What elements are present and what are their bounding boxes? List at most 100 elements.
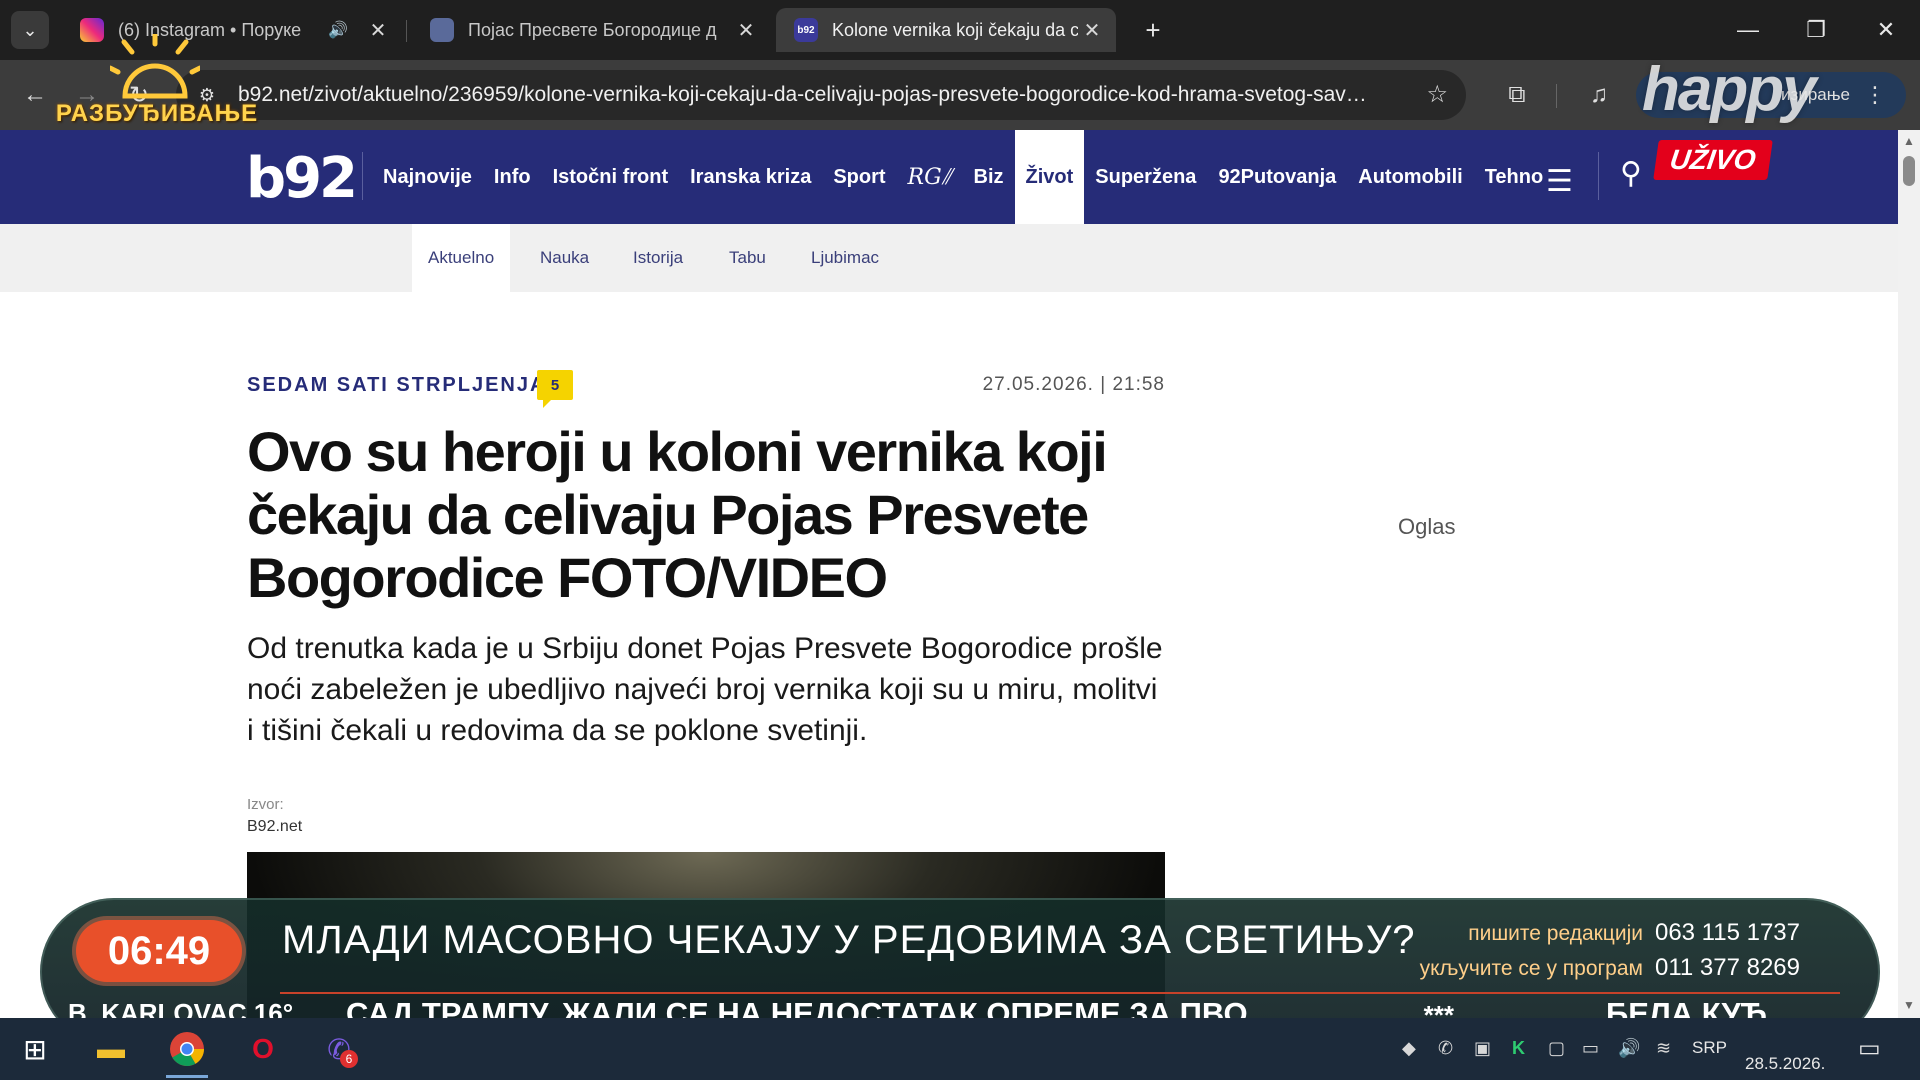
b92-logo[interactable]: b92 (246, 146, 358, 211)
tab-pojas[interactable]: Појас Пресвете Богородице д ✕ (412, 8, 770, 52)
plus-icon: + (1145, 14, 1161, 45)
tv-contact-info: пишите редакцији 063 115 1737 укључите се… (1400, 916, 1800, 986)
tray-viber-icon[interactable]: ✆ (1438, 1038, 1453, 1059)
chrome-icon[interactable] (162, 1024, 212, 1078)
viber-icon[interactable]: ✆ 6 (314, 1024, 364, 1074)
contact-label: пишите редакцији (1468, 922, 1643, 945)
nav-iranska-kriza[interactable]: Iranska kriza (679, 130, 822, 224)
main-nav: Najnovije Info Istočni front Iranska kri… (372, 130, 1554, 224)
media-control-icon[interactable]: ♫ (1578, 74, 1620, 116)
browser-toolbar: ← → ↻ ⚙ b92.net/zivot/aktuelno/236959/ko… (0, 60, 1920, 130)
nav-zivot[interactable]: Život (1014, 130, 1085, 224)
sun-icon (110, 34, 200, 99)
window-restore-button[interactable]: ❐ (1782, 0, 1850, 60)
b92-icon: b92 (794, 18, 818, 42)
tab-b92-active[interactable]: b92 Kolone vernika koji čekaju da c ✕ (776, 8, 1116, 52)
tab-search-button[interactable]: ⌄ (11, 11, 49, 49)
tv-contact-line: укључите се у програм 011 377 8269 (1400, 951, 1800, 986)
kebab-menu-icon[interactable]: ⋮ (1864, 82, 1886, 108)
nav-tehno[interactable]: Tehno (1474, 130, 1555, 224)
tab-title: Kolone vernika koji čekaju da c (832, 19, 1078, 40)
article-date: 27.05.2026. | 21:58 (982, 374, 1165, 395)
notification-center-icon[interactable]: ▭ (1858, 1034, 1881, 1063)
site-header: b92 Najnovije Info Istočni front Iranska… (0, 130, 1898, 224)
tv-contact-line: пишите редакцији 063 115 1737 (1400, 916, 1800, 951)
scroll-thumb[interactable] (1903, 156, 1915, 186)
article-headline: Ovo su heroji u koloni vernika koji čeka… (247, 420, 1108, 609)
rg-swoosh-icon: ⫽ (941, 164, 952, 190)
tab-title: Појас Пресвете Богородице д (468, 19, 717, 40)
scroll-up-icon[interactable]: ▲ (1903, 134, 1915, 148)
tray-app-icon[interactable]: ▣ (1474, 1038, 1491, 1059)
chevron-down-icon: ⌄ (22, 19, 38, 40)
window-close-button[interactable]: ✕ (1852, 0, 1920, 60)
tv-show-title: РАЗБУЂИВАЊЕ (55, 100, 259, 127)
comments-badge[interactable]: 5 (537, 370, 573, 408)
nav-istocni-front[interactable]: Istočni front (542, 130, 680, 224)
source-label: Izvor: (247, 796, 284, 813)
tv-clock: 06:49 (76, 920, 242, 982)
search-icon[interactable]: ⚲ (1620, 156, 1642, 191)
sub-nav: Aktuelno Nauka Istorija Tabu Ljubimac (0, 224, 1898, 292)
opera-icon[interactable]: O (238, 1024, 288, 1074)
tray-date[interactable]: 28.5.2026. (1745, 1054, 1825, 1074)
back-button[interactable]: ← (14, 74, 56, 116)
subnav-nauka[interactable]: Nauka (540, 224, 589, 292)
broadcaster-logo: happy (1642, 55, 1817, 124)
tab-divider (406, 20, 407, 42)
notification-badge: 6 (340, 1050, 358, 1068)
file-explorer-icon[interactable]: ▬ (86, 1024, 136, 1074)
tray-display-icon[interactable]: ▢ (1548, 1038, 1565, 1059)
hamburger-menu-icon[interactable]: ☰ (1546, 164, 1573, 199)
contact-number: 063 115 1737 (1654, 919, 1800, 946)
article-kicker: SEDAM SATI STRPLJENJA (247, 374, 547, 396)
subnav-istorija[interactable]: Istorija (633, 224, 683, 292)
header-divider (362, 152, 363, 200)
new-tab-button[interactable]: + (1134, 11, 1172, 49)
tray-wifi-icon[interactable]: ≋ (1656, 1038, 1671, 1059)
tray-network-app-icon[interactable]: ◆ (1402, 1038, 1416, 1059)
article-lead: Od trenutka kada je u Srbiju donet Pojas… (247, 632, 1163, 747)
browser-tab-bar: ⌄ (6) Instagram • Поруке 🔊 ✕ Појас Пресв… (0, 0, 1920, 60)
chrome-logo (170, 1032, 204, 1066)
nav-biz[interactable]: Biz (963, 130, 1015, 224)
windows-taskbar: ⊞ ▬ O ✆ 6 ◆ ✆ ▣ K ▢ ▭ 🔊 ≋ SRP 28.5.2026.… (0, 1018, 1920, 1080)
speaker-icon[interactable]: 🔊 (328, 20, 356, 40)
window-minimize-button[interactable]: — (1714, 0, 1782, 60)
nav-sport[interactable]: Sport (822, 130, 896, 224)
scroll-down-icon[interactable]: ▼ (1903, 998, 1915, 1012)
rg-logo: RG (907, 164, 942, 190)
tab-close-button[interactable]: ✕ (364, 16, 392, 44)
header-divider (1598, 152, 1599, 200)
contact-number: 011 377 8269 (1654, 954, 1800, 981)
page-scrollbar[interactable]: ▲ ▼ (1898, 130, 1920, 1018)
address-bar[interactable]: ⚙ b92.net/zivot/aktuelno/236959/kolone-v… (176, 70, 1466, 120)
nav-najnovije[interactable]: Najnovije (372, 130, 483, 224)
tab-close-button[interactable]: ✕ (732, 16, 760, 44)
extensions-icon[interactable]: ⧉ (1496, 74, 1538, 116)
url-text[interactable]: b92.net/zivot/aktuelno/236959/kolone-ver… (238, 83, 1378, 107)
source-value: B92.net (247, 818, 303, 835)
tray-k-icon[interactable]: K (1512, 1038, 1525, 1059)
toolbar-divider (1556, 84, 1557, 108)
subnav-tabu[interactable]: Tabu (729, 224, 766, 292)
contact-label: укључите се у програм (1419, 957, 1643, 980)
live-button[interactable]: UŽIVO (1653, 140, 1773, 180)
tv-show-logo: РАЗБУЂИВАЊЕ (52, 30, 262, 134)
bookmark-star-icon[interactable]: ☆ (1426, 80, 1448, 109)
arrow-left-icon: ← (23, 81, 47, 108)
nav-automobili[interactable]: Automobili (1347, 130, 1473, 224)
nav-rg[interactable]: RG ⫽ (897, 130, 963, 224)
page-icon (430, 18, 454, 42)
windows-start-icon[interactable]: ⊞ (10, 1024, 60, 1074)
subnav-ljubimac[interactable]: Ljubimac (811, 224, 879, 292)
tray-language[interactable]: SRP (1692, 1038, 1727, 1058)
nav-info[interactable]: Info (483, 130, 542, 224)
nav-superzena[interactable]: Superžena (1084, 130, 1207, 224)
tray-volume-icon[interactable]: 🔊 (1618, 1038, 1640, 1059)
nav-92putovanja[interactable]: 92Putovanja (1207, 130, 1347, 224)
tab-close-button[interactable]: ✕ (1078, 16, 1106, 44)
tray-battery-icon[interactable]: ▭ (1582, 1038, 1599, 1059)
subnav-aktuelno[interactable]: Aktuelno (412, 224, 511, 292)
ad-label: Oglas (1398, 514, 1456, 539)
